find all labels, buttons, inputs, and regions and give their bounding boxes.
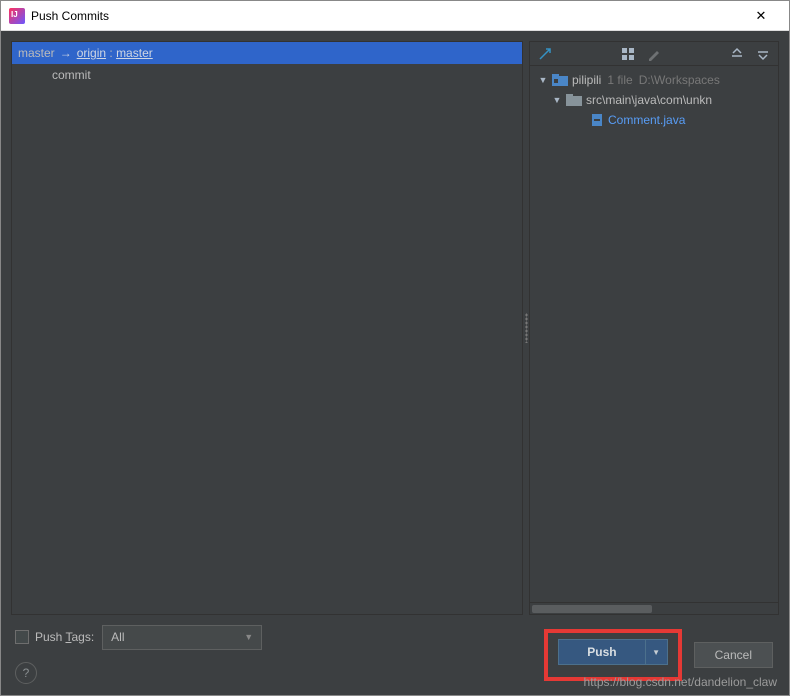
edit-icon[interactable] [645, 45, 663, 63]
intellij-icon [9, 8, 25, 24]
horizontal-scrollbar[interactable] [530, 602, 778, 614]
push-tags-combo[interactable]: All ▼ [102, 625, 262, 650]
remote-branch[interactable]: master [116, 46, 153, 60]
help-button[interactable]: ? [15, 662, 37, 684]
branch-row[interactable]: master → origin : master [12, 42, 522, 64]
window-title: Push Commits [31, 9, 741, 23]
push-button-dropdown[interactable]: ▼ [645, 639, 667, 665]
dialog-client: master → origin : master commit [1, 31, 789, 695]
tree-root-label: pilipili [572, 73, 601, 87]
push-button[interactable]: Push ▼ [558, 639, 667, 665]
java-file-icon [590, 113, 604, 127]
tree-folder-label: src\main\java\com\unkn [586, 93, 712, 107]
close-icon[interactable]: ✕ [741, 2, 781, 30]
tree-root-count: 1 file [607, 73, 632, 87]
highlight-box: Push ▼ [544, 629, 681, 681]
combo-value: All [111, 630, 124, 644]
commits-panel: master → origin : master commit [11, 41, 523, 615]
arrow-right-icon: → [60, 46, 72, 60]
chevron-down-icon[interactable]: ▼ [552, 95, 562, 105]
files-panel: ▼ pilipili 1 file D:\Workspaces ▼ src\ma… [529, 41, 779, 615]
grip-icon [525, 313, 528, 343]
push-tags-label: Push Tags: [35, 630, 94, 644]
tree-file-row[interactable]: Comment.java [530, 110, 778, 130]
cancel-button-label: Cancel [715, 648, 752, 662]
file-tree: ▼ pilipili 1 file D:\Workspaces ▼ src\ma… [530, 66, 778, 602]
collapse-all-icon[interactable] [754, 45, 772, 63]
folder-icon [566, 94, 582, 106]
branch-sep: : [106, 46, 116, 60]
commit-item[interactable]: commit [12, 64, 522, 86]
tree-file-label: Comment.java [608, 113, 685, 127]
chevron-down-icon[interactable]: ▼ [538, 75, 548, 85]
files-toolbar [530, 42, 778, 66]
push-button-label: Push [559, 645, 644, 659]
dialog-actions: Push ▼ Cancel [544, 629, 773, 681]
dialog-window: Push Commits ✕ master → origin : master … [0, 0, 790, 696]
tree-folder-row[interactable]: ▼ src\main\java\com\unkn [530, 90, 778, 110]
local-branch: master [18, 46, 55, 60]
group-by-icon[interactable] [619, 45, 637, 63]
show-diff-icon[interactable] [536, 45, 554, 63]
remote-name[interactable]: origin [77, 46, 106, 60]
titlebar: Push Commits ✕ [1, 1, 789, 31]
tree-root-row[interactable]: ▼ pilipili 1 file D:\Workspaces [530, 70, 778, 90]
module-folder-icon [552, 74, 568, 86]
main-panels: master → origin : master commit [11, 41, 779, 615]
scrollbar-thumb[interactable] [532, 605, 652, 613]
cancel-button[interactable]: Cancel [694, 642, 773, 668]
expand-all-icon[interactable] [728, 45, 746, 63]
chevron-down-icon: ▼ [244, 632, 253, 642]
push-tags-checkbox[interactable] [15, 630, 29, 644]
tree-root-path: D:\Workspaces [639, 73, 720, 87]
